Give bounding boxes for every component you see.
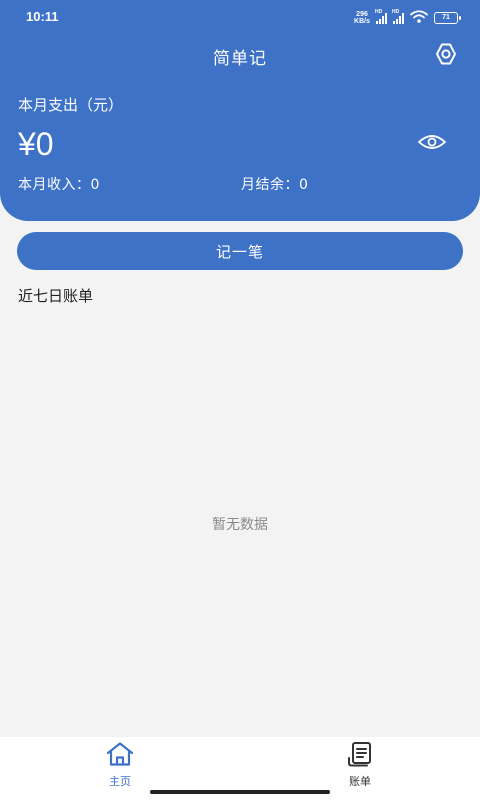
battery-level: 71 — [442, 14, 450, 21]
network-speed: 296 KB/s — [354, 11, 370, 25]
recent-bills-title: 近七日账单 — [18, 287, 94, 305]
sim2-hd-tag: HD — [392, 8, 400, 15]
network-speed-value: 296 — [356, 10, 368, 18]
sim1-hd-tag: HD — [375, 8, 383, 15]
tab-home-label: 主页 — [109, 775, 131, 788]
home-icon — [105, 741, 135, 771]
network-speed-unit: KB/s — [354, 17, 370, 25]
wifi-icon — [410, 8, 428, 27]
summary-header: 10:11 296 KB/s HD HD 71 简单记 本月支出（元） ¥0 本… — [0, 0, 480, 221]
status-bar: 10:11 296 KB/s HD HD 71 — [0, 0, 480, 34]
empty-state-text: 暂无数据 — [212, 517, 268, 533]
monthly-balance: 月结余：0 — [241, 177, 309, 193]
add-record-button[interactable]: 记一笔 — [17, 232, 463, 270]
settings-button[interactable] — [432, 42, 460, 70]
signal-icon: HD — [392, 8, 404, 24]
tab-bills[interactable]: 账单 — [330, 741, 390, 789]
gear-icon — [433, 41, 459, 71]
toggle-visibility-button[interactable] — [416, 132, 448, 156]
tab-home[interactable]: 主页 — [90, 741, 150, 789]
signal-icon: HD — [375, 8, 387, 24]
bill-icon — [345, 741, 375, 771]
monthly-income: 本月收入：0 — [18, 177, 100, 193]
battery-icon: 71 — [434, 11, 461, 24]
status-icons: 296 KB/s HD HD 71 — [354, 8, 461, 27]
status-time: 10:11 — [26, 9, 59, 24]
eye-icon — [417, 132, 447, 156]
home-indicator — [150, 790, 330, 794]
monthly-expense-amount: ¥0 — [18, 126, 54, 162]
app-title: 简单记 — [213, 49, 267, 69]
tab-bills-label: 账单 — [349, 775, 371, 788]
monthly-expense-label: 本月支出（元） — [18, 96, 124, 114]
